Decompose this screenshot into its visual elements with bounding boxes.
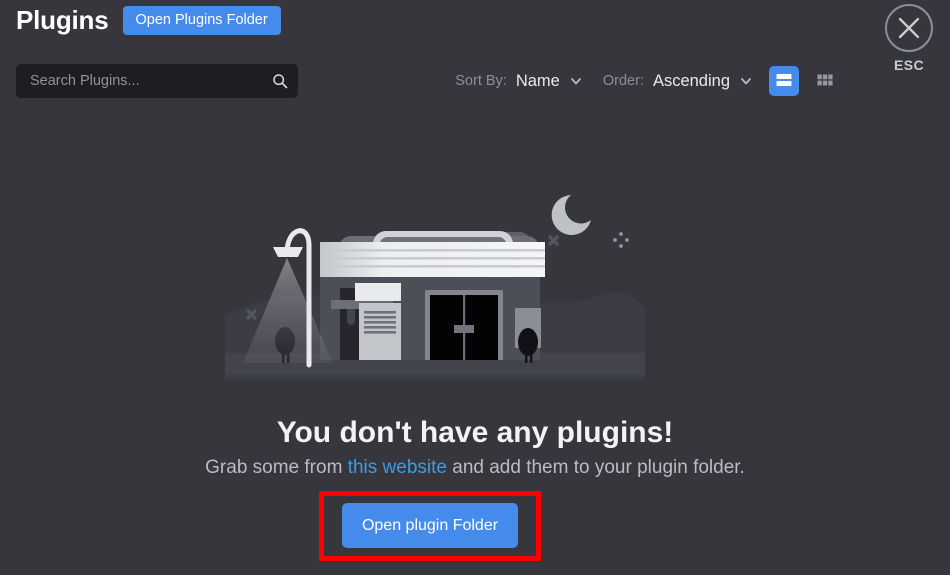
esc-label: ESC	[894, 57, 924, 73]
sort-by-value[interactable]: Name	[516, 72, 560, 91]
empty-state-sub-suffix: and add them to your plugin folder.	[446, 457, 745, 478]
empty-state-illustration	[225, 175, 645, 380]
empty-state-heading: You don't have any plugins!	[276, 416, 674, 449]
list-view-button[interactable]	[769, 66, 799, 96]
empty-state-subtext: Grab some from this website and add them…	[0, 457, 950, 479]
grid-view-icon	[815, 70, 835, 93]
this-website-link[interactable]: this website	[348, 457, 447, 478]
header-bar: Plugins Open Plugins Folder Sort By: Nam…	[0, 0, 950, 110]
order-value[interactable]: Ascending	[653, 72, 730, 91]
sort-by-chevron-down-icon[interactable]	[569, 74, 583, 88]
toolbar: Sort By: Name Order: Ascending	[455, 64, 840, 98]
order-label: Order:	[602, 73, 644, 89]
page-title: Plugins	[16, 5, 109, 35]
open-plugin-folder-button[interactable]: Open plugin Folder	[342, 503, 518, 548]
door-handle	[454, 325, 474, 333]
sort-by-label: Sort By:	[455, 73, 507, 89]
list-view-icon	[774, 70, 794, 93]
search-box[interactable]	[16, 64, 298, 98]
search-input[interactable]	[28, 72, 272, 90]
x-star-icon	[548, 235, 559, 246]
close-esc-button[interactable]: ESC	[876, 4, 942, 73]
stall-sign	[355, 283, 401, 301]
open-plugins-folder-button[interactable]: Open Plugins Folder	[122, 5, 281, 36]
order-chevron-down-icon[interactable]	[739, 74, 753, 88]
grid-view-button[interactable]	[810, 66, 840, 96]
title-row: Plugins Open Plugins Folder	[16, 5, 281, 36]
lamp-head	[273, 247, 303, 257]
empty-state-sub-prefix: Grab some from	[205, 457, 348, 478]
plugins-window: Plugins Open Plugins Folder Sort By: Nam…	[0, 0, 950, 575]
star-sparkle-icon	[613, 232, 629, 248]
search-icon	[272, 73, 288, 89]
close-icon	[898, 17, 920, 39]
moon-icon	[551, 195, 591, 235]
close-circle	[885, 4, 933, 52]
